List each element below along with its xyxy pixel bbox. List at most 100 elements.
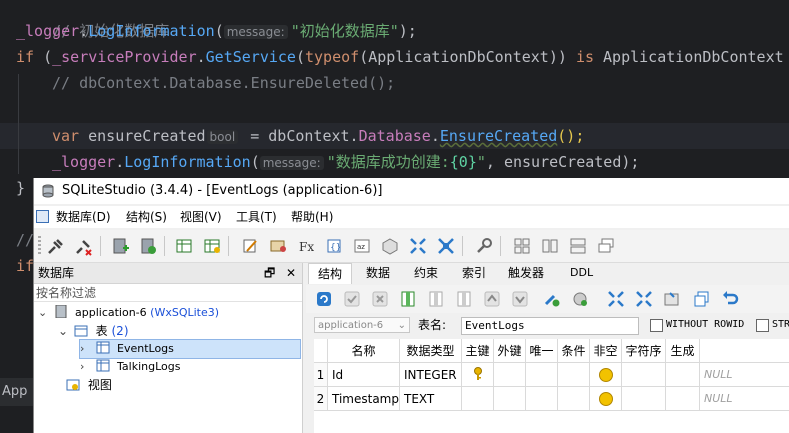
title-bar[interactable]: SQLiteStudio (3.4.4) - [EventLogs (appli… — [34, 178, 789, 204]
chevron-right-icon[interactable]: › — [80, 340, 92, 358]
delete-column-icon[interactable] — [454, 289, 474, 309]
col-header-name[interactable]: 名称 — [328, 339, 400, 363]
column-name-cell[interactable]: Id — [328, 363, 400, 387]
tab-data[interactable]: 数据 — [364, 263, 392, 283]
tab-triggers[interactable]: 触发器 — [506, 263, 546, 283]
new-table-icon[interactable] — [174, 236, 194, 256]
fk-cell[interactable] — [494, 363, 526, 387]
column-type-cell[interactable]: INTEGER — [400, 363, 462, 387]
default-cell[interactable]: NULL — [700, 387, 789, 411]
expand-icon[interactable] — [436, 236, 456, 256]
cascade-icon[interactable] — [596, 236, 616, 256]
menu-view[interactable]: 视图(V) — [180, 206, 222, 228]
generated-cell[interactable] — [666, 363, 700, 387]
table-name-input[interactable]: EventLogs — [461, 317, 639, 335]
logger-token: _logger — [52, 153, 116, 171]
notnull-cell[interactable] — [590, 387, 622, 411]
default-cell[interactable]: NULL — [700, 363, 789, 387]
pk-cell[interactable] — [462, 363, 494, 387]
constraint-settings-icon[interactable] — [570, 289, 590, 309]
menu-database[interactable]: 数据库(D) — [56, 206, 111, 228]
tile-vertical-icon[interactable] — [568, 236, 588, 256]
strict-checkbox[interactable] — [756, 319, 769, 332]
add-db-icon[interactable] — [110, 236, 130, 256]
col-header-fk[interactable]: 外键 — [494, 339, 526, 363]
collapse-icon[interactable] — [606, 289, 626, 309]
rollback-icon[interactable] — [370, 289, 390, 309]
tree-tables-node[interactable]: ⌄ 表 (2) — [58, 322, 129, 340]
tree-table-item[interactable]: › TalkingLogs — [80, 358, 180, 376]
col-header-default[interactable] — [700, 339, 789, 363]
edit-icon[interactable] — [240, 236, 260, 256]
commit-icon[interactable] — [342, 289, 362, 309]
disconnect-db-icon[interactable] — [74, 236, 94, 256]
chevron-down-icon[interactable]: ⌄ — [38, 304, 50, 322]
filter-input[interactable]: 按名称过滤 — [34, 284, 302, 302]
extensions-icon[interactable] — [380, 236, 400, 256]
import-icon[interactable] — [662, 289, 682, 309]
tab-constraints[interactable]: 约束 — [412, 263, 440, 283]
float-panel-icon[interactable]: 🗗 — [264, 263, 275, 283]
unique-cell[interactable] — [526, 363, 558, 387]
chevron-down-icon[interactable]: ⌄ — [58, 322, 70, 340]
tree-table-item[interactable]: › EventLogs — [79, 339, 301, 359]
table-name-bar: application-6 ⌄ 表名: EventLogs WITHOUT ROW… — [306, 315, 789, 337]
connect-db-icon[interactable] — [46, 236, 66, 256]
add-column-icon[interactable] — [398, 289, 418, 309]
col-header-unique[interactable]: 唯一 — [526, 339, 558, 363]
tab-ddl[interactable]: DDL — [568, 263, 595, 283]
mdi-document-icon[interactable] — [36, 210, 49, 223]
col-header-type[interactable]: 数据类型 — [400, 339, 462, 363]
move-up-icon[interactable] — [482, 289, 502, 309]
expand-icon[interactable] — [634, 289, 654, 309]
menu-tools[interactable]: 工具(T) — [236, 206, 277, 228]
menu-help[interactable]: 帮助(H) — [291, 206, 333, 228]
edit-db-icon[interactable] — [138, 236, 158, 256]
edit-table-icon[interactable] — [202, 236, 222, 256]
col-header-check[interactable]: 条件 — [558, 339, 590, 363]
column-name-cell[interactable]: Timestamp — [328, 387, 400, 411]
col-header-notnull[interactable]: 非空 — [590, 339, 622, 363]
notnull-cell[interactable] — [590, 363, 622, 387]
tree-views-node[interactable]: 视图 — [66, 376, 112, 394]
toolbar-grip[interactable] — [38, 236, 41, 256]
tab-indexes[interactable]: 索引 — [460, 263, 488, 283]
generated-cell[interactable] — [666, 387, 700, 411]
col-header-collation[interactable]: 字符序 — [622, 339, 666, 363]
add-constraint-icon[interactable] — [542, 289, 562, 309]
type-hint: bool — [206, 130, 239, 144]
wrench-icon[interactable] — [474, 236, 494, 256]
chevron-right-icon[interactable]: › — [80, 358, 92, 376]
import-icon[interactable] — [268, 236, 288, 256]
fk-cell[interactable] — [494, 387, 526, 411]
column-type-cell[interactable]: TEXT — [400, 387, 462, 411]
collation-cell[interactable] — [622, 387, 666, 411]
collation-cell[interactable] — [622, 363, 666, 387]
sort-icon[interactable]: az — [352, 236, 372, 256]
copy-icon[interactable] — [692, 289, 712, 309]
without-rowid-checkbox[interactable] — [650, 319, 663, 332]
col-header-pk[interactable]: 主键 — [462, 339, 494, 363]
move-down-icon[interactable] — [510, 289, 530, 309]
col-header-generated[interactable]: 生成 — [666, 339, 700, 363]
collapse-icon[interactable] — [408, 236, 428, 256]
row-number[interactable]: 1 — [314, 363, 328, 387]
check-cell[interactable] — [558, 387, 590, 411]
menu-structure[interactable]: 结构(S) — [126, 206, 167, 228]
tab-structure[interactable]: 结构 — [308, 263, 353, 284]
check-cell[interactable] — [558, 363, 590, 387]
collation-icon[interactable]: {} — [324, 236, 344, 256]
ide-side-tab[interactable]: App — [0, 378, 35, 406]
pk-cell[interactable] — [462, 387, 494, 411]
edit-column-icon[interactable] — [426, 289, 446, 309]
database-select[interactable]: application-6 ⌄ — [314, 317, 410, 333]
function-icon[interactable]: Fx — [296, 236, 316, 256]
tile-horizontal-icon[interactable] — [540, 236, 560, 256]
tree-database-node[interactable]: ⌄ application-6 (WxSQLite3) — [38, 304, 219, 322]
unique-cell[interactable] — [526, 387, 558, 411]
row-number[interactable]: 2 — [314, 387, 328, 411]
tile-windows-icon[interactable] — [512, 236, 532, 256]
refresh-icon[interactable] — [314, 289, 334, 309]
undo-icon[interactable] — [720, 289, 740, 309]
close-panel-icon[interactable]: ✕ — [286, 263, 296, 283]
